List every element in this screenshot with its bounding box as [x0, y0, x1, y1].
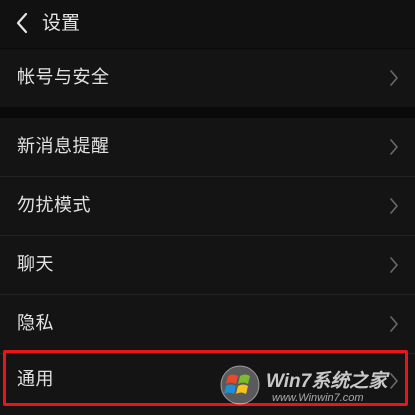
settings-item-label: 勿扰模式 [17, 195, 91, 216]
settings-item-new-message-notifications[interactable]: 新消息提醒 [0, 118, 415, 176]
section-gap [0, 107, 415, 118]
chevron-right-icon [389, 70, 399, 86]
settings-item-account-security[interactable]: 帐号与安全 [0, 49, 415, 107]
chevron-right-icon [389, 139, 399, 155]
settings-item-label: 帐号与安全 [17, 67, 110, 88]
settings-item-do-not-disturb[interactable]: 勿扰模式 [0, 177, 415, 235]
back-button[interactable] [8, 8, 38, 38]
settings-item-chat[interactable]: 聊天 [0, 236, 415, 294]
top-bar: 设置 [0, 0, 415, 48]
settings-item-privacy[interactable]: 隐私 [0, 295, 415, 353]
settings-item-general[interactable]: 通用 [0, 354, 415, 415]
settings-item-label: 聊天 [17, 254, 54, 275]
chevron-right-icon [389, 316, 399, 332]
chevron-right-icon [389, 198, 399, 214]
chevron-left-icon [16, 12, 28, 34]
chevron-right-icon [389, 257, 399, 273]
page-title: 设置 [42, 12, 81, 34]
chevron-right-icon [389, 373, 399, 389]
settings-screen: 设置 帐号与安全 新消息提醒 勿扰模式 聊天 隐私 通用 Win7系统之家 ww… [0, 0, 415, 415]
settings-item-label: 通用 [17, 369, 54, 390]
settings-item-label: 隐私 [17, 313, 54, 334]
settings-item-label: 新消息提醒 [17, 136, 110, 157]
